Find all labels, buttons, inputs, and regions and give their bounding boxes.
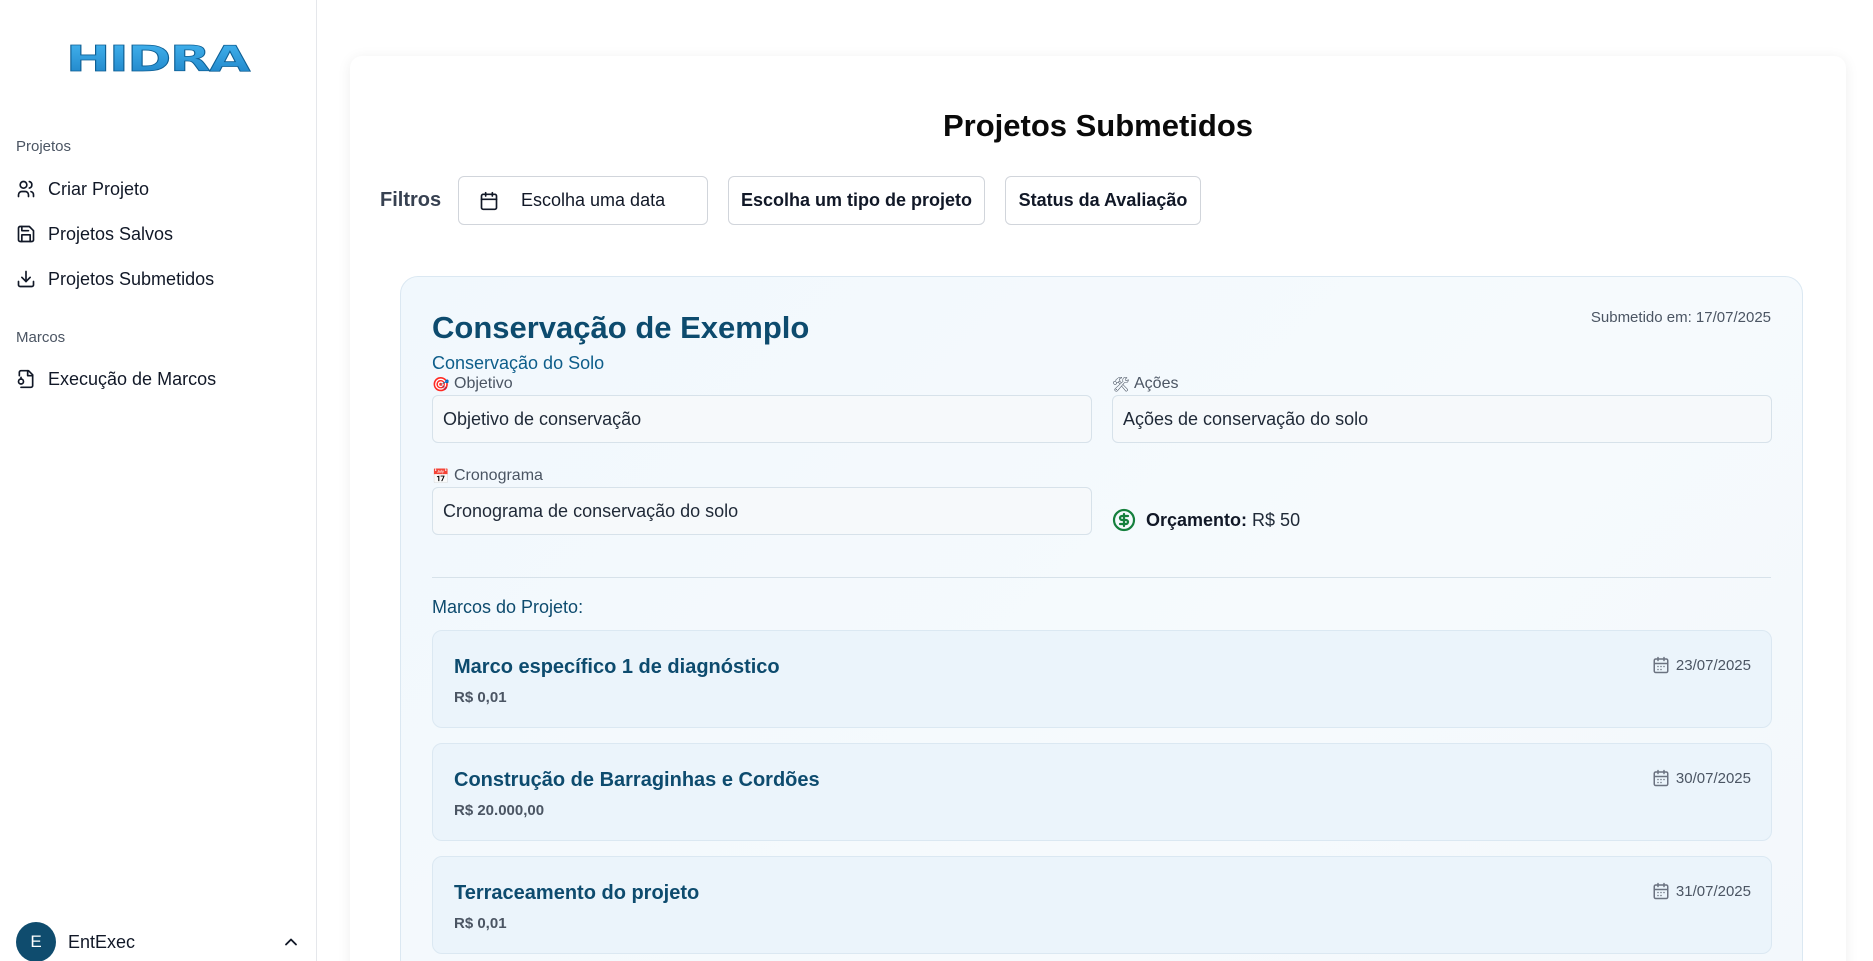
marco-value: R$ 0,01 — [454, 689, 507, 706]
cronograma-label-text: Cronograma — [454, 467, 543, 484]
svg-text:HIDRA: HIDRA — [66, 40, 251, 76]
sidebar-group-marcos: Marcos — [16, 329, 66, 346]
objetivo-label: 🎯 Objetivo — [432, 375, 513, 393]
marco-item: Terraceamento do projeto R$ 0,01 31/07/2… — [432, 856, 1772, 954]
objetivo-label-text: Objetivo — [454, 375, 513, 392]
cronograma-field: Cronograma de conservação do solo — [432, 487, 1092, 535]
project-type: Conservação do Solo — [432, 353, 605, 373]
marco-item: Construção de Barraginhas e Cordões R$ 2… — [432, 743, 1772, 841]
user-name: EntExec — [68, 931, 136, 952]
project-card: Conservação de Exemplo Conservação do So… — [400, 276, 1803, 961]
project-type-select[interactable]: Escolha um tipo de projeto — [728, 176, 985, 225]
main-content: Projetos Submetidos Filtros Escolha uma … — [350, 56, 1846, 961]
marco-date: 23/07/2025 — [1652, 656, 1751, 674]
file-sync-icon — [17, 369, 34, 389]
marco-value: R$ 20.000,00 — [454, 802, 545, 819]
sidebar-item-projetos-salvos[interactable]: Projetos Salvos — [16, 217, 301, 251]
download-icon — [17, 270, 35, 288]
chevron-up-icon[interactable] — [281, 932, 301, 952]
sidebar: HIDRA Projetos Criar Projeto Projetos Sa… — [0, 0, 317, 961]
dollar-circle-icon — [1112, 508, 1136, 532]
objetivo-field: Objetivo de conservação — [432, 395, 1092, 443]
submission-date: Submetido em: 17/07/2025 — [1590, 309, 1771, 326]
sidebar-item-label: Execução de Marcos — [48, 368, 217, 389]
marco-date-text: 23/07/2025 — [1675, 656, 1751, 674]
budget-value: R$ 50 — [1252, 509, 1301, 530]
marco-date: 31/07/2025 — [1652, 882, 1751, 900]
calendar-icon — [1653, 882, 1669, 900]
acoes-label: 🛠 Ações — [1112, 375, 1178, 393]
hidra-logo[interactable]: HIDRA — [66, 40, 251, 76]
users-icon — [17, 180, 35, 198]
filters-label: Filtros — [380, 189, 442, 211]
calendar-icon — [1653, 769, 1669, 787]
target-icon: 🎯 — [432, 375, 450, 392]
marco-date-text: 30/07/2025 — [1675, 769, 1751, 787]
date-picker-button[interactable]: Escolha uma data — [458, 176, 708, 225]
marco-name: Marco específico 1 de diagnóstico — [454, 656, 780, 678]
avatar[interactable]: E — [16, 922, 56, 961]
evaluation-status-select[interactable]: Status da Avaliação — [1005, 176, 1201, 225]
tools-icon: 🛠 — [1112, 375, 1130, 392]
marco-name: Construção de Barraginhas e Cordões — [454, 769, 820, 791]
cronograma-label: 📅 Cronograma — [432, 467, 543, 485]
marco-value: R$ 0,01 — [454, 915, 507, 932]
budget: Orçamento: R$ 50 — [1112, 508, 1300, 532]
sidebar-item-label: Projetos Salvos — [48, 223, 174, 244]
marco-item: Marco específico 1 de diagnóstico R$ 0,0… — [432, 630, 1772, 728]
acoes-field: Ações de conservação do solo — [1112, 395, 1772, 443]
sidebar-item-label: Criar Projeto — [48, 178, 150, 199]
calendar-icon — [1653, 656, 1669, 674]
project-title: Conservação de Exemplo — [432, 310, 810, 345]
date-picker-placeholder: Escolha uma data — [521, 190, 666, 210]
page-title: Projetos Submetidos — [942, 108, 1254, 143]
calendar-emoji-icon: 📅 — [432, 467, 450, 484]
marco-date: 30/07/2025 — [1652, 769, 1751, 787]
sidebar-item-execucao-de-marcos[interactable]: Execução de Marcos — [16, 362, 301, 396]
marco-date-text: 31/07/2025 — [1675, 882, 1751, 900]
sidebar-item-projetos-submetidos[interactable]: Projetos Submetidos — [16, 262, 301, 296]
sidebar-item-label: Projetos Submetidos — [48, 268, 215, 289]
sidebar-group-projetos: Projetos — [16, 138, 72, 155]
marcos-title: Marcos do Projeto: — [432, 597, 584, 617]
budget-label: Orçamento: — [1146, 509, 1248, 530]
user-menu[interactable]: E EntExec — [16, 922, 301, 961]
marco-name: Terraceamento do projeto — [454, 882, 700, 904]
acoes-label-text: Ações — [1134, 375, 1179, 392]
save-icon — [17, 225, 35, 243]
divider — [432, 577, 1771, 578]
calendar-icon — [480, 191, 498, 210]
sidebar-item-criar-projeto[interactable]: Criar Projeto — [16, 172, 301, 206]
